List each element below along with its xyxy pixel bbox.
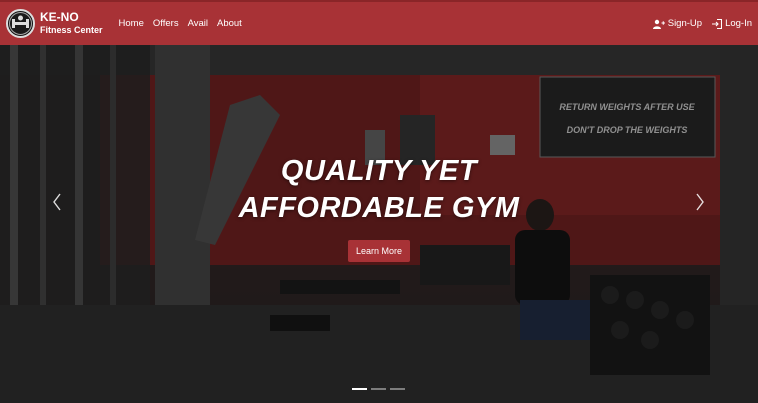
carousel-prev-icon[interactable] [47,193,67,216]
nav-links: Home Offers Avail About [119,18,251,29]
login-button[interactable]: Log-In [712,18,752,29]
nav-offers-link[interactable]: Offers [153,18,179,29]
signup-button[interactable]: Sign-Up [652,18,703,29]
carousel-next-icon[interactable] [690,193,710,216]
login-label: Log-In [725,18,752,29]
signup-label: Sign-Up [667,18,703,29]
learn-more-button[interactable]: Learn More [347,240,411,262]
carousel-indicator-1[interactable] [352,388,367,390]
brand-title: KE-NO [40,9,79,24]
nav-home-link[interactable]: Home [119,18,144,29]
carousel-indicators [352,388,409,390]
hero-headline-line-2: AFFORDABLE GYM [238,192,520,224]
hero-headline-line-1: QUALITY YET [280,155,478,187]
navbar: KE-NO Fitness Center Home Offers Avail A… [0,0,758,45]
gym-logo [6,9,35,38]
nav-avail-link[interactable]: Avail [188,18,208,29]
brand[interactable]: KE-NO Fitness Center [6,9,103,38]
brand-subtitle: Fitness Center [40,25,103,36]
nav-actions: Sign-Up Log-In [643,18,752,29]
hero-carousel: RETURN WEIGHTS AFTER USE DON'T DROP THE … [0,45,758,403]
user-plus-icon [652,19,665,29]
carousel-indicator-3[interactable] [390,388,405,390]
hero-caption: QUALITY YET AFFORDABLE GYM Learn More [0,153,758,262]
nav-about-link[interactable]: About [217,18,242,29]
login-icon [712,18,723,29]
carousel-indicator-2[interactable] [371,388,386,390]
